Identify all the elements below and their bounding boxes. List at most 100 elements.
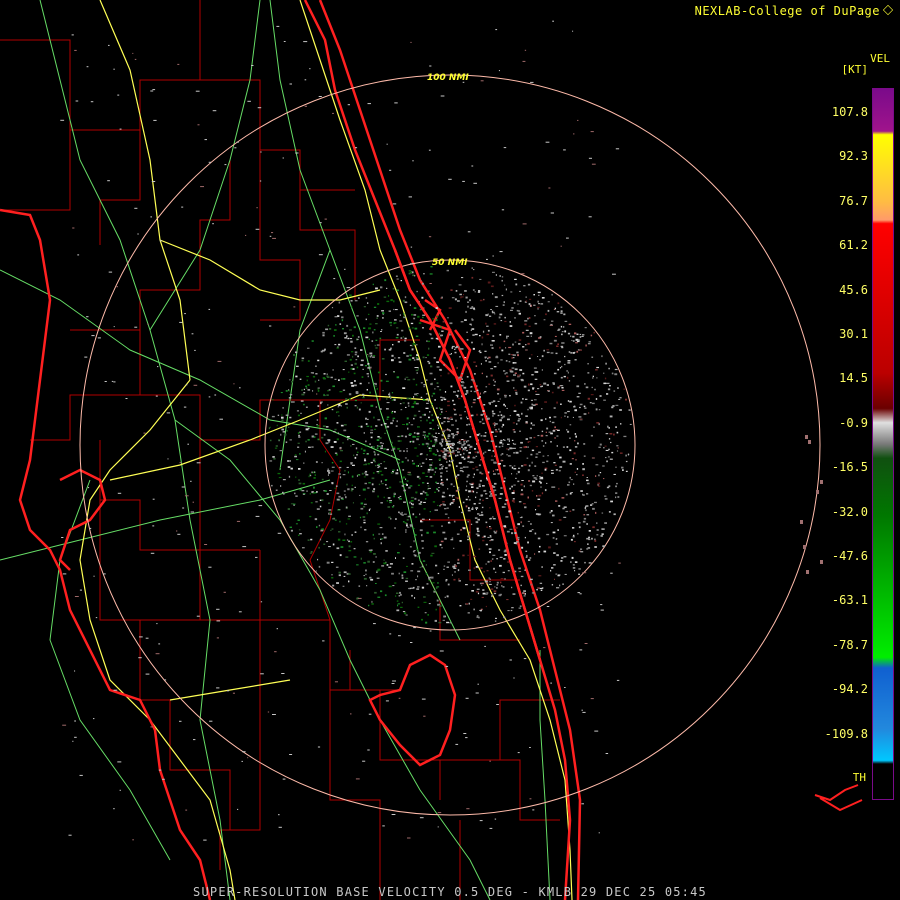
return-pixel: [380, 542, 382, 545]
return-pixel: [501, 585, 503, 587]
return-pixel: [497, 362, 499, 364]
return-pixel: [420, 420, 422, 422]
return-pixel: [414, 367, 419, 368]
return-pixel: [315, 373, 318, 375]
return-pixel: [554, 437, 556, 439]
return-pixel: [556, 345, 559, 347]
return-pixel: [503, 403, 505, 406]
return-pixel: [301, 357, 305, 360]
return-pixel: [427, 399, 430, 402]
return-pixel: [351, 484, 353, 487]
return-pixel: [113, 326, 115, 328]
return-pixel: [456, 477, 458, 480]
return-pixel: [615, 496, 617, 499]
return-pixel: [603, 382, 607, 385]
return-pixel: [428, 580, 430, 582]
return-pixel: [274, 447, 278, 449]
return-pixel: [386, 448, 389, 451]
return-pixel: [370, 367, 372, 369]
return-pixel: [363, 575, 365, 577]
return-pixel: [540, 589, 543, 591]
return-pixel: [505, 372, 508, 374]
return-pixel: [603, 447, 605, 449]
return-pixel: [490, 374, 493, 377]
return-pixel: [445, 444, 448, 446]
return-pixel: [459, 356, 461, 358]
return-pixel: [512, 498, 515, 500]
return-pixel: [156, 623, 158, 625]
return-pixel: [529, 484, 532, 487]
return-pixel: [411, 563, 414, 565]
return-pixel: [369, 550, 372, 553]
return-pixel: [91, 335, 95, 337]
return-pixel: [416, 354, 418, 356]
return-pixel: [600, 609, 604, 611]
return-pixel: [518, 607, 521, 609]
return-pixel: [572, 509, 575, 511]
return-pixel: [449, 503, 452, 506]
return-pixel: [560, 325, 563, 328]
return-pixel: [495, 430, 499, 433]
return-pixel: [531, 374, 534, 376]
return-pixel: [551, 293, 553, 296]
return-pixel: [571, 556, 574, 559]
return-pixel: [334, 329, 337, 331]
return-pixel: [559, 456, 562, 459]
return-pixel: [409, 304, 411, 306]
return-pixel: [555, 573, 558, 575]
return-pixel: [563, 375, 566, 378]
return-pixel: [566, 376, 569, 379]
return-pixel: [343, 490, 346, 492]
return-pixel: [355, 778, 360, 780]
return-pixel: [574, 359, 577, 361]
return-pixel: [441, 495, 444, 498]
return-pixel: [500, 359, 503, 361]
return-pixel: [315, 365, 317, 367]
return-pixel: [803, 545, 806, 549]
return-pixel: [408, 327, 411, 330]
return-pixel: [532, 480, 536, 483]
return-pixel: [391, 399, 394, 401]
return-pixel: [298, 434, 300, 437]
return-pixel: [535, 456, 538, 458]
return-pixel: [608, 438, 611, 440]
return-pixel: [622, 469, 624, 471]
return-pixel: [471, 306, 474, 308]
return-pixel: [463, 443, 466, 445]
return-pixel: [339, 520, 341, 523]
return-pixel: [400, 593, 402, 596]
return-pixel: [501, 445, 504, 447]
return-pixel: [405, 523, 408, 525]
return-pixel: [494, 620, 497, 622]
return-pixel: [597, 484, 599, 486]
return-pixel: [493, 590, 497, 593]
return-pixel: [345, 398, 348, 401]
return-pixel: [432, 428, 435, 431]
return-pixel: [389, 321, 392, 324]
return-pixel: [393, 371, 395, 373]
return-pixel: [389, 633, 392, 635]
return-pixel: [445, 665, 449, 667]
return-pixel: [503, 477, 506, 479]
return-pixel: [615, 485, 617, 488]
return-pixel: [304, 425, 308, 427]
return-pixel: [493, 461, 496, 464]
return-pixel: [367, 302, 369, 304]
return-pixel: [401, 435, 404, 437]
return-pixel: [504, 578, 506, 580]
return-pixel: [537, 291, 541, 294]
return-pixel: [247, 100, 251, 102]
return-pixel: [490, 368, 493, 370]
return-pixel: [446, 461, 448, 463]
return-pixel: [74, 670, 76, 672]
return-pixel: [544, 489, 547, 492]
return-pixel: [360, 402, 362, 404]
return-pixel: [351, 351, 354, 353]
return-pixel: [574, 440, 576, 442]
return-pixel: [539, 336, 542, 338]
return-pixel: [86, 66, 89, 68]
return-pixel: [326, 394, 329, 396]
return-pixel: [434, 378, 436, 380]
return-pixel: [478, 616, 480, 619]
return-pixel: [551, 567, 554, 569]
